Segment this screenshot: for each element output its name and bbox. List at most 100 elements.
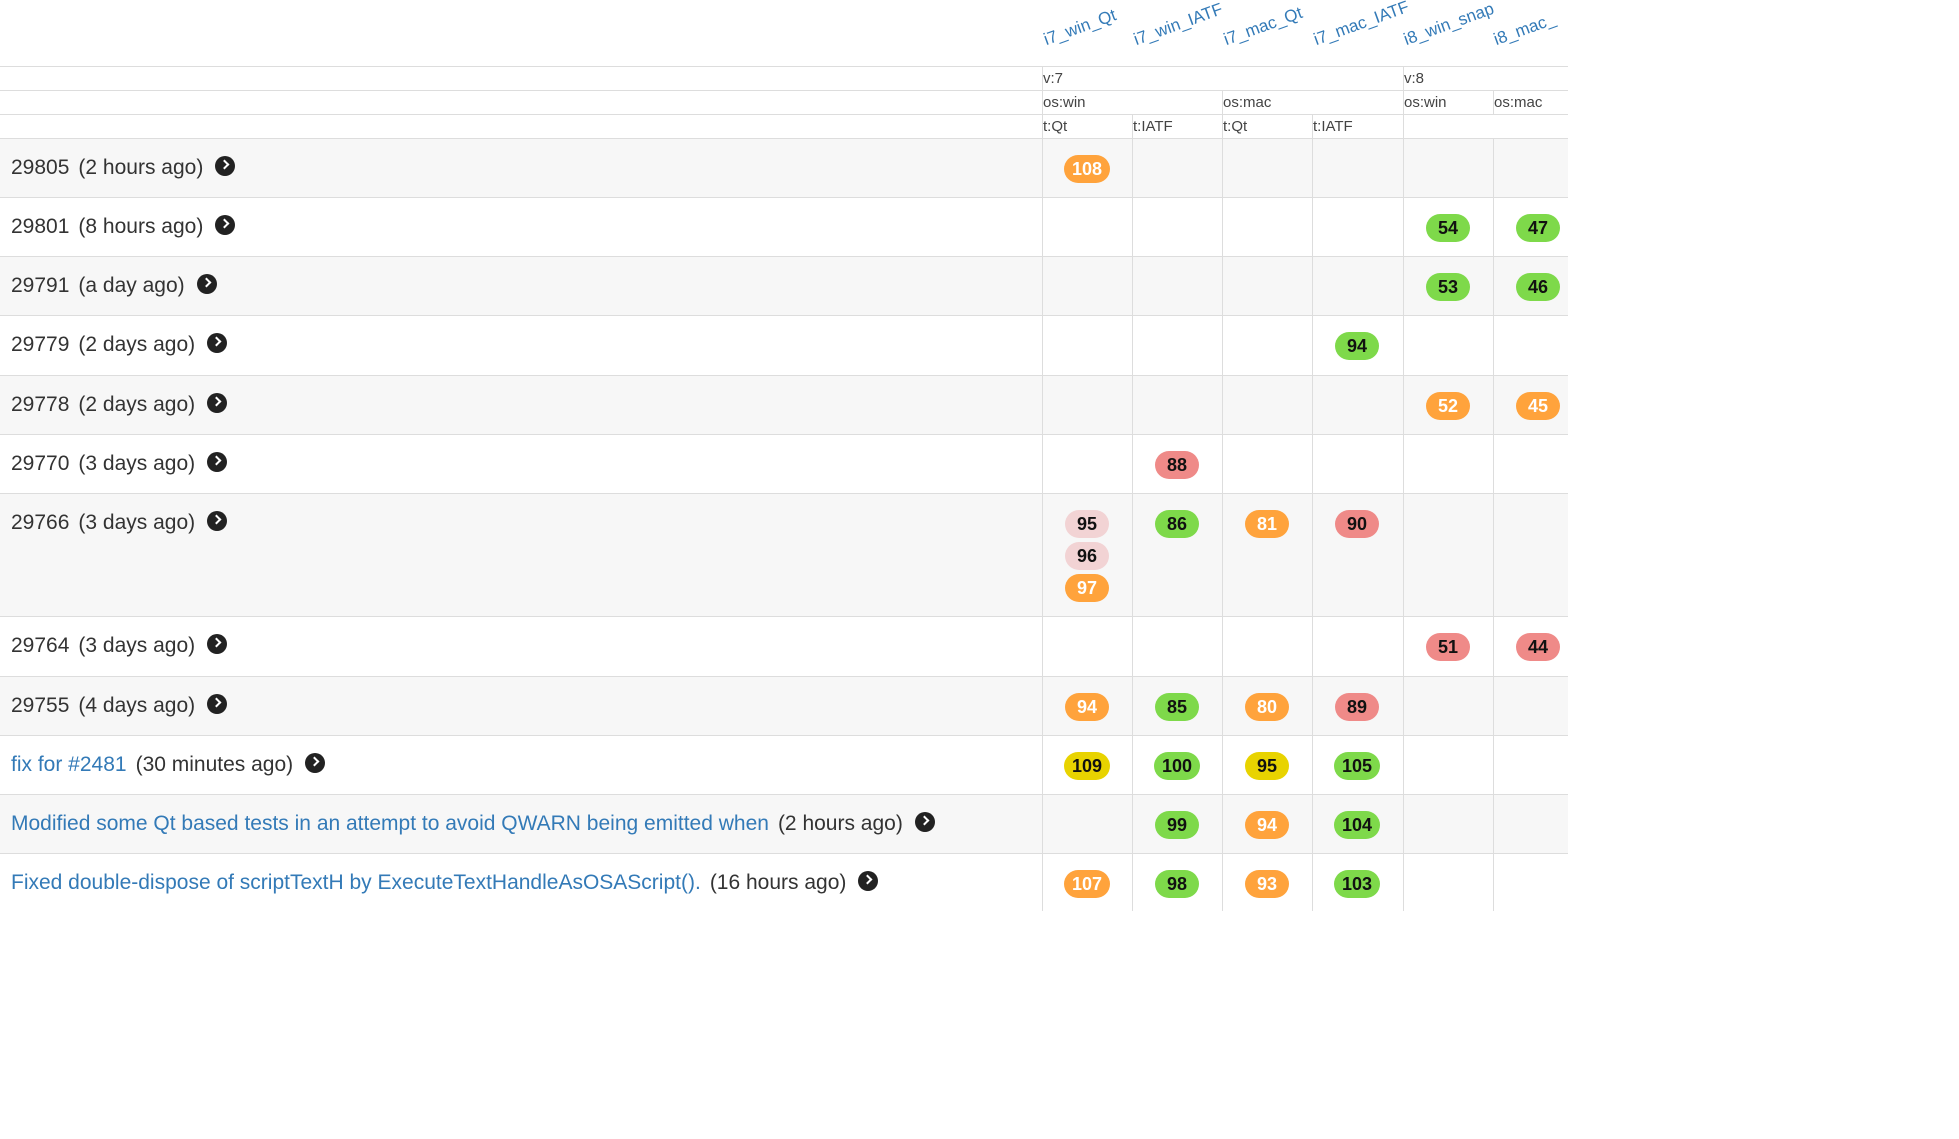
- result-cell: 81: [1222, 510, 1312, 538]
- result-cell: 94: [1042, 693, 1132, 721]
- relative-time: (30 minutes ago): [135, 753, 294, 776]
- os-label: os:mac: [1223, 94, 1272, 111]
- table-row: 29764 (3 days ago) 51 44: [0, 616, 1568, 676]
- result-badge[interactable]: 46: [1516, 273, 1560, 301]
- chevron-right-circle-icon[interactable]: [207, 452, 228, 472]
- row-label: fix for #2481 (30 minutes ago): [11, 751, 326, 778]
- chevron-right-circle-icon[interactable]: [207, 511, 228, 531]
- version-label: v:8: [1404, 70, 1425, 87]
- chevron-right-circle-icon[interactable]: [858, 871, 879, 891]
- row-label: Fixed double-dispose of scriptTextH by E…: [11, 869, 879, 896]
- result-cell: 45: [1493, 392, 1583, 420]
- chevron-right-circle-icon[interactable]: [914, 812, 935, 832]
- chevron-right-circle-icon[interactable]: [207, 634, 228, 654]
- result-badge[interactable]: 90: [1335, 510, 1379, 538]
- result-badge[interactable]: 95: [1245, 752, 1289, 780]
- result-badge[interactable]: 85: [1155, 693, 1199, 721]
- column-header-link[interactable]: i7_mac_Qt: [1221, 3, 1305, 50]
- chevron-right-circle-icon[interactable]: [207, 393, 228, 413]
- result-cell: 46: [1493, 273, 1583, 301]
- row-label: 29779 (2 days ago): [11, 331, 228, 358]
- result-cell: 109: [1042, 752, 1132, 780]
- result-badge[interactable]: 51: [1426, 633, 1470, 661]
- result-badge[interactable]: 108: [1063, 155, 1111, 183]
- result-badge[interactable]: 94: [1335, 332, 1379, 360]
- result-badge[interactable]: 96: [1065, 542, 1109, 570]
- result-badge[interactable]: 104: [1333, 811, 1381, 839]
- revision-number: 29766: [11, 511, 70, 534]
- table-row: 29801 (8 hours ago) 54 47: [0, 197, 1568, 256]
- relative-time: (2 hours ago): [777, 812, 903, 835]
- result-cell: 100: [1132, 752, 1222, 780]
- result-cell: 93: [1222, 870, 1312, 898]
- result-badge[interactable]: 94: [1065, 693, 1109, 721]
- table-row: fix for #2481 (30 minutes ago) 109 100 95 105: [0, 735, 1568, 794]
- version-header-row: v:7 v:8: [0, 67, 1568, 90]
- result-badge[interactable]: 98: [1155, 870, 1199, 898]
- commit-message-link[interactable]: fix for #2481: [11, 753, 127, 776]
- result-badge[interactable]: 93: [1245, 870, 1289, 898]
- result-badge[interactable]: 89: [1335, 693, 1379, 721]
- result-badge[interactable]: 52: [1426, 392, 1470, 420]
- table-row: 29766 (3 days ago) 95 96 97 86 81 90: [0, 493, 1568, 616]
- result-badge[interactable]: 80: [1245, 693, 1289, 721]
- chevron-right-circle-icon[interactable]: [215, 215, 236, 235]
- column-header-link[interactable]: i7_win_Qt: [1041, 5, 1119, 50]
- result-badge[interactable]: 44: [1516, 633, 1560, 661]
- result-badge[interactable]: 103: [1333, 870, 1381, 898]
- type-label: t:Qt: [1223, 118, 1248, 135]
- result-badge[interactable]: 45: [1516, 392, 1560, 420]
- result-badge[interactable]: 81: [1245, 510, 1289, 538]
- chevron-right-circle-icon[interactable]: [207, 694, 228, 714]
- result-badge[interactable]: 94: [1245, 811, 1289, 839]
- revision-number: 29805: [11, 156, 70, 179]
- result-cell: 88: [1132, 451, 1222, 479]
- column-headers: i7_win_Qt i7_win_IATF i7_mac_Qt i7_mac_I…: [0, 0, 1568, 66]
- table-row: 29779 (2 days ago) 94: [0, 315, 1568, 375]
- result-cell: 105: [1312, 752, 1402, 780]
- chevron-right-circle-icon[interactable]: [305, 753, 326, 773]
- os-header-row: os:win os:mac os:win os:mac: [0, 91, 1568, 114]
- row-label: 29764 (3 days ago): [11, 632, 228, 659]
- result-badge[interactable]: 53: [1426, 273, 1470, 301]
- result-badge[interactable]: 109: [1063, 752, 1111, 780]
- result-cell: 103: [1312, 870, 1402, 898]
- revision-number: 29770: [11, 452, 70, 475]
- result-badge[interactable]: 100: [1153, 752, 1201, 780]
- result-badge[interactable]: 95: [1065, 510, 1109, 538]
- column-header-link[interactable]: i7_mac_IATF: [1311, 0, 1412, 50]
- chevron-right-circle-icon[interactable]: [196, 274, 217, 294]
- table-row: 29755 (4 days ago) 94 85 80 89: [0, 676, 1568, 735]
- result-cell: 94: [1312, 332, 1402, 360]
- result-badge[interactable]: 99: [1155, 811, 1199, 839]
- chevron-right-circle-icon[interactable]: [207, 333, 228, 353]
- result-badge[interactable]: 86: [1155, 510, 1199, 538]
- chevron-right-circle-icon[interactable]: [215, 156, 236, 176]
- table-row: 29778 (2 days ago) 52 45: [0, 375, 1568, 434]
- row-label: 29791 (a day ago): [11, 272, 217, 299]
- commit-message-link[interactable]: Modified some Qt based tests in an attem…: [11, 812, 769, 835]
- table-row: 29805 (2 hours ago) 108: [0, 138, 1568, 197]
- revision-number: 29791: [11, 274, 70, 297]
- result-badge[interactable]: 54: [1426, 214, 1470, 242]
- version-label: v:7: [1043, 70, 1064, 87]
- result-badge[interactable]: 107: [1063, 870, 1111, 898]
- result-cell: 51: [1403, 633, 1493, 661]
- column-header-link[interactable]: i8_win_snap: [1401, 0, 1497, 50]
- result-cell: 95 96 97: [1042, 510, 1132, 602]
- result-badge[interactable]: 47: [1516, 214, 1560, 242]
- relative-time: (8 hours ago): [78, 215, 204, 238]
- os-label: os:mac: [1494, 94, 1543, 111]
- column-header-link[interactable]: i8_mac_: [1491, 9, 1558, 50]
- result-badge[interactable]: 88: [1155, 451, 1199, 479]
- result-cell: 85: [1132, 693, 1222, 721]
- relative-time: (2 days ago): [78, 333, 196, 356]
- row-label: 29755 (4 days ago): [11, 692, 228, 719]
- column-header-link[interactable]: i7_win_IATF: [1131, 0, 1225, 50]
- type-label: t:IATF: [1313, 118, 1353, 135]
- result-badge[interactable]: 97: [1065, 574, 1109, 602]
- commit-message-link[interactable]: Fixed double-dispose of scriptTextH by E…: [11, 871, 701, 894]
- os-label: os:win: [1404, 94, 1447, 111]
- result-badge[interactable]: 105: [1333, 752, 1381, 780]
- result-cell: 44: [1493, 633, 1583, 661]
